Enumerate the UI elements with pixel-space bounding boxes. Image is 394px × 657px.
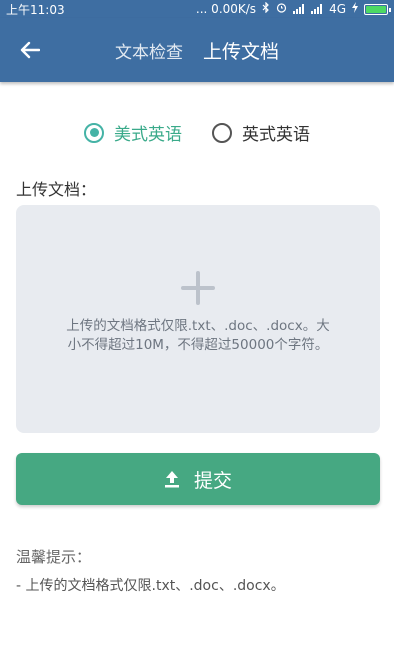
status-bar: 上午11:03 ... 0.00K/s 4G <box>0 0 394 18</box>
radio-unchecked-icon <box>212 122 232 143</box>
tab-upload-document[interactable]: 上传文档 <box>203 37 279 64</box>
radio-label: 美式英语 <box>114 125 182 145</box>
charging-icon <box>352 2 358 16</box>
plus-icon <box>181 271 215 305</box>
upload-label: 上传文档： <box>16 180 97 199</box>
language-selector: 美式英语 英式英语 <box>0 120 394 145</box>
signal-icon <box>293 4 305 14</box>
upload-area[interactable]: 上传的文档格式仅限.txt、.doc、.docx。大小不得超过10M，不得超过5… <box>16 205 380 433</box>
submit-button[interactable]: 提交 <box>16 453 380 505</box>
alarm-icon <box>276 2 287 16</box>
submit-label: 提交 <box>193 469 232 492</box>
network-type: 4G <box>329 2 346 16</box>
upload-icon <box>164 471 179 488</box>
network-speed: ... 0.00K/s <box>195 2 257 16</box>
bluetooth-icon <box>262 1 270 16</box>
tab-text-check[interactable]: 文本检查 <box>115 38 183 63</box>
status-time: 上午11:03 <box>6 2 65 17</box>
header-tabs: 文本检查 上传文档 <box>0 18 394 82</box>
tips-title: 温馨提示： <box>16 548 92 566</box>
app-bar: 文本检查 上传文档 <box>0 18 394 82</box>
radio-label: 英式英语 <box>242 125 310 145</box>
signal-icon <box>311 4 323 14</box>
battery-icon <box>364 3 391 15</box>
tips-text: - 上传的文档格式仅限.txt、.doc、.docx。 <box>16 578 285 594</box>
upload-hint: 上传的文档格式仅限.txt、.doc、.docx。大小不得超过10M，不得超过5… <box>66 318 330 353</box>
radio-checked-icon <box>84 122 104 143</box>
radio-british-english[interactable]: 英式英语 <box>212 120 310 145</box>
radio-american-english[interactable]: 美式英语 <box>84 120 182 145</box>
